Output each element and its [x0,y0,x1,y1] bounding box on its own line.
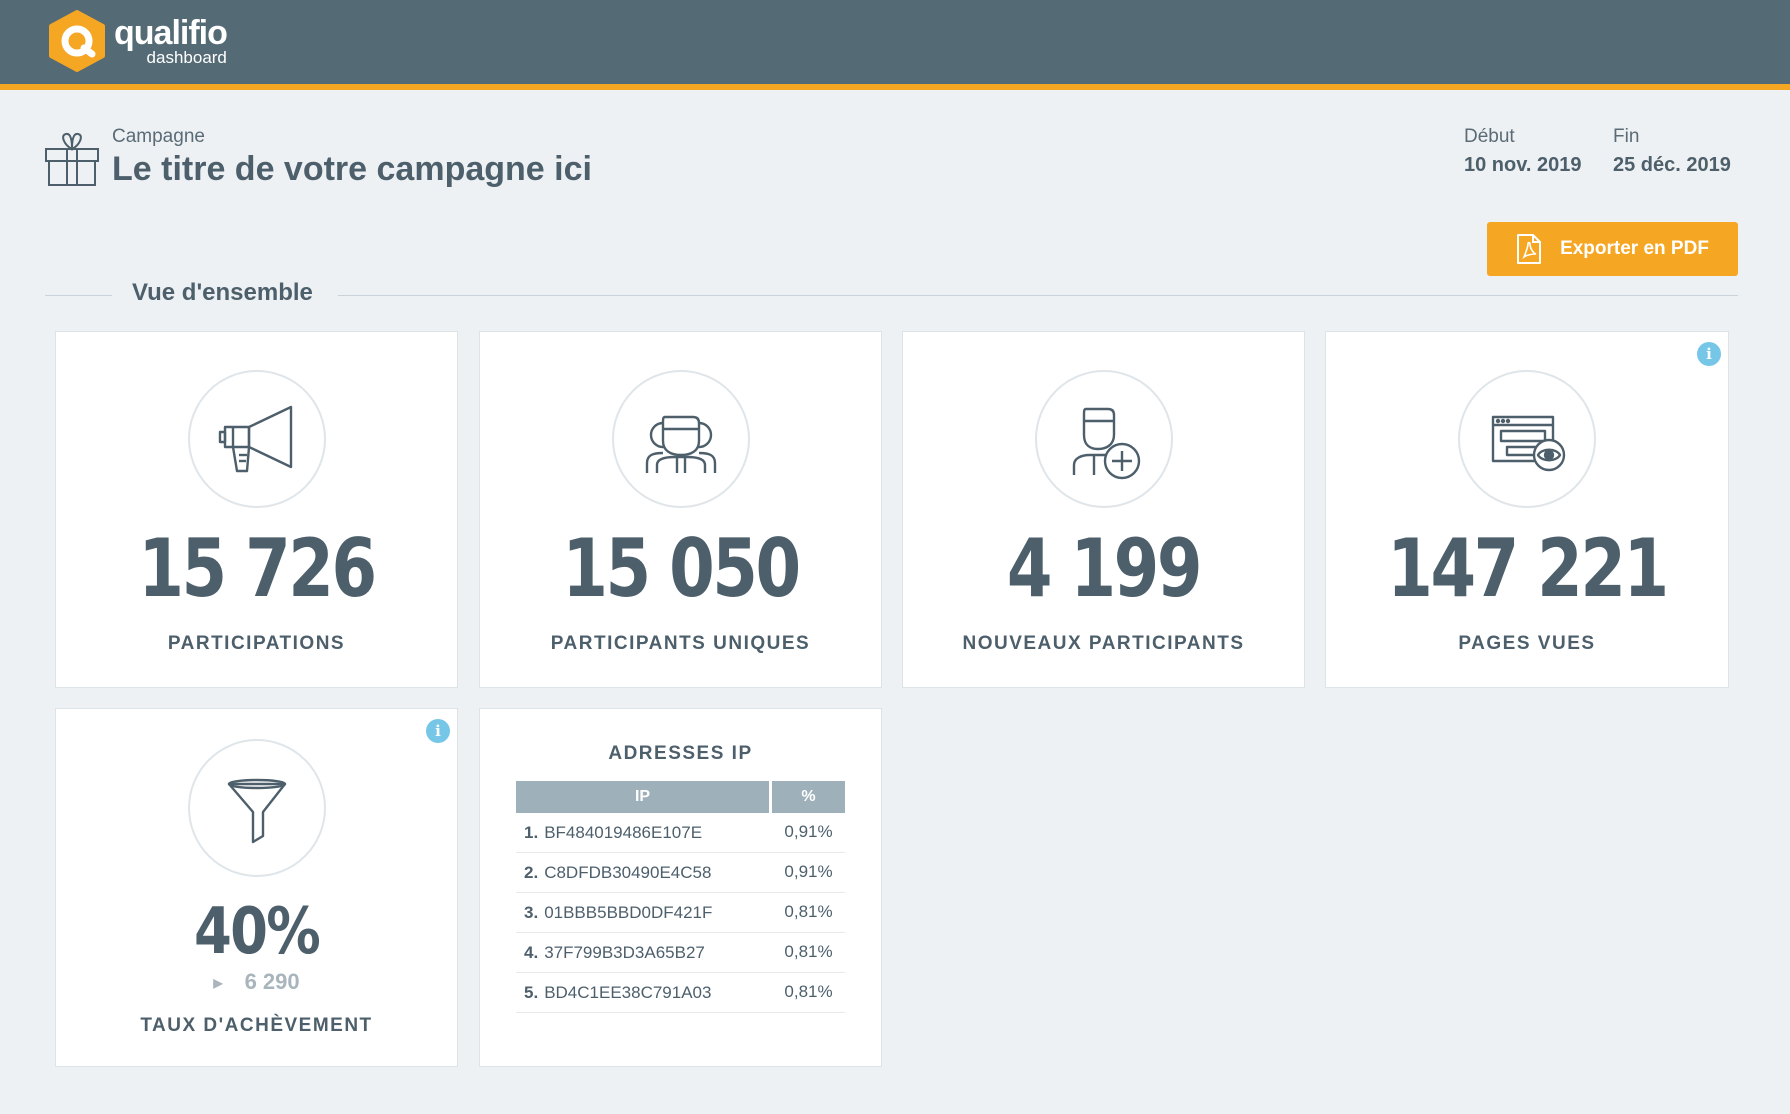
row-rank: 5. [524,982,539,1002]
stat-icon-circle [1458,370,1596,508]
ip-addresses-card: ADRESSES IP IP % 1. BF484019486E107E 0,91… [479,708,882,1067]
row-rank: 4. [524,942,539,962]
table-row: 4. 37F799B3D3A65B27 0,81% [516,933,845,973]
section-divider-left [45,295,112,296]
funnel-icon [227,778,286,844]
stat-label: PARTICIPANTS UNIQUES [550,633,811,654]
pdf-file-icon [1517,234,1542,264]
stat-icon-circle [1034,370,1173,508]
users-icon [645,415,716,473]
ip-address: 01BBB5BBD0DF421F [544,902,713,922]
table-row: 5. BD4C1EE38C791A03 0,81% [516,973,845,1013]
ip-table-title: ADRESSES IP [608,743,753,764]
ip-address: BF484019486E107E [544,822,703,842]
completion-rate-label: TAUX D'ACHÈVEMENT [140,1015,373,1036]
completion-count: ▶ 6 290 [56,969,457,995]
completion-count-value: 6 290 [244,969,300,994]
triangle-right-icon: ▶ [213,976,223,991]
percent-cell: 0,81% [772,933,845,973]
end-date-label: Fin [1613,126,1640,147]
stat-label: PARTICIPATIONS [167,633,346,654]
add-user-icon [1072,407,1140,480]
stat-card-new-participants: 4 199 NOUVEAUX PARTICIPANTS [902,331,1305,688]
gift-icon [45,132,99,186]
table-row: 1. BF484019486E107E 0,91% [516,813,845,853]
qualifio-logo-icon [49,10,105,72]
ip-address: BD4C1EE38C791A03 [544,982,712,1002]
stat-icon-circle [611,370,750,508]
stat-value: 147 221 [1387,522,1669,615]
qualifio-logo[interactable]: qualifio dashboard [48,10,228,72]
ip-cell: 3. 01BBB5BBD0DF421F [516,893,772,933]
overview-title: Vue d'ensemble [132,279,313,306]
percent-cell: 0,91% [772,853,845,893]
campaign-title: Le titre de votre campagne ici [112,150,592,188]
ip-cell: 1. BF484019486E107E [516,813,772,853]
ip-table-header: IP % [516,781,845,813]
end-date: Fin 25 déc. 2019 [1613,126,1731,177]
end-date-value: 25 déc. 2019 [1613,154,1731,176]
percent-cell: 0,81% [772,893,845,933]
stat-label: NOUVEAUX PARTICIPANTS [962,633,1245,654]
browser-eye-icon [1491,415,1566,472]
completion-rate-card: i 40% ▶ 6 290 TAUX D'ACHÈVEMENT [55,708,458,1067]
stat-card-page-views: i 147 221 PAGES VUES [1325,331,1729,688]
ip-cell: 2. C8DFDB30490E4C58 [516,853,772,893]
row-rank: 2. [524,862,539,882]
percent-cell: 0,81% [772,973,845,1013]
stat-value: 15 050 [562,522,801,615]
table-row: 2. C8DFDB30490E4C58 0,91% [516,853,845,893]
row-rank: 3. [524,902,539,922]
ip-cell: 4. 37F799B3D3A65B27 [516,933,772,973]
table-row: 3. 01BBB5BBD0DF421F 0,81% [516,893,845,933]
ip-address: 37F799B3D3A65B27 [544,942,705,962]
row-rank: 1. [524,822,539,842]
info-icon[interactable]: i [426,719,450,743]
logo-text: qualifio dashboard [114,14,228,66]
section-divider-right [338,295,1738,296]
export-pdf-button[interactable]: Exporter en PDF [1487,222,1738,276]
export-pdf-label: Exporter en PDF [1560,238,1709,259]
top-bar: qualifio dashboard [0,0,1790,90]
percent-cell: 0,91% [772,813,845,853]
start-date-value: 10 nov. 2019 [1464,154,1582,176]
stat-label: PAGES VUES [1458,633,1596,654]
ip-column-header[interactable]: IP [516,781,772,813]
megaphone-icon [218,405,292,473]
info-icon[interactable]: i [1697,342,1721,366]
stat-card-unique-participants: 15 050 PARTICIPANTS UNIQUES [479,331,882,688]
completion-rate-value: 40% [193,895,321,969]
stat-card-participations: 15 726 PARTICIPATIONS [55,331,458,688]
percent-column-header[interactable]: % [772,781,845,813]
stat-value: 4 199 [1006,522,1203,615]
start-date-label: Début [1464,126,1515,147]
logo-name: qualifio [114,14,228,52]
ip-address: C8DFDB30490E4C58 [544,862,712,882]
start-date: Début 10 nov. 2019 [1464,126,1581,177]
campaign-label: Campagne [112,126,205,147]
ip-table: IP % 1. BF484019486E107E 0,91% 2. C8DFDB30… [516,781,845,1013]
ip-cell: 5. BD4C1EE38C791A03 [516,973,772,1013]
stat-icon-circle [187,370,326,508]
stat-icon-circle [187,739,326,877]
stat-value: 15 726 [138,522,377,615]
